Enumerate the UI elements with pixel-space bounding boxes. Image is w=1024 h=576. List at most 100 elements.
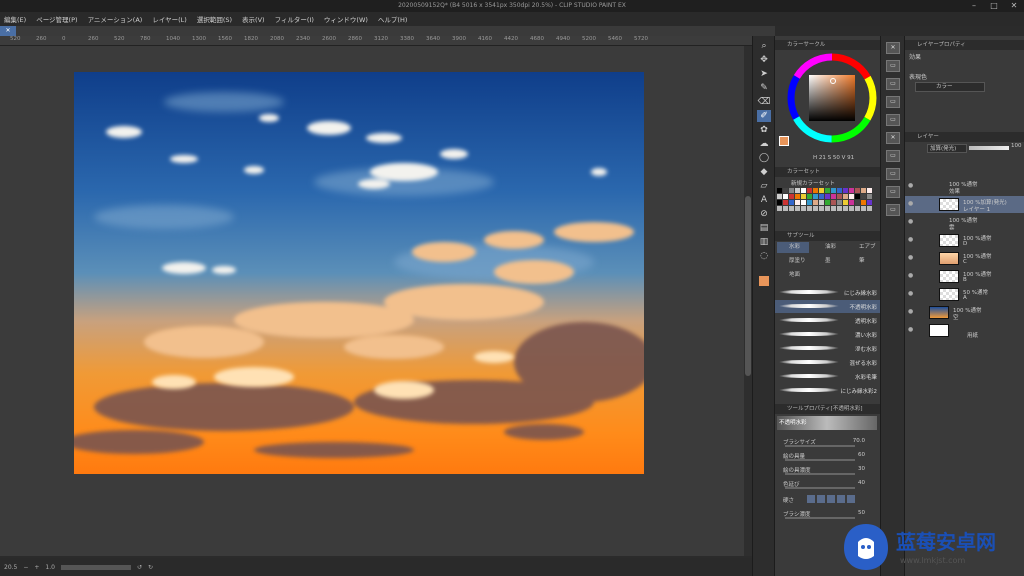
maximize-button[interactable]: □ [984,0,1004,12]
document-tab[interactable]: ✕ [0,26,16,36]
display-color-select[interactable]: カラー [915,82,985,92]
eyedropper-tool-icon[interactable]: ⊘ [757,208,771,220]
brush-item[interactable]: 混ぜる水彩 [775,356,881,369]
layer-row[interactable]: ● 100 %通常 B [905,268,1024,285]
text-tool-icon[interactable]: A [757,194,771,206]
color-swatch [843,194,848,199]
rotate-left-icon[interactable]: ↺ [137,564,142,571]
menu-animation[interactable]: アニメーション(A) [88,14,143,24]
main-color-swatch[interactable] [759,276,769,286]
rotate-right-icon[interactable]: ↻ [148,564,153,571]
panel-toggle-icon[interactable]: ▭ [886,204,900,216]
color-swatch [777,206,782,211]
brush-item-selected[interactable]: 不透明水彩 [775,300,881,313]
minimize-button[interactable]: – [964,0,984,12]
airbrush-tool-icon[interactable]: ✿ [757,124,771,136]
menu-window[interactable]: ウィンドウ(W) [324,14,368,24]
layer-row[interactable]: ● 100 %通常雲 [905,214,1024,231]
subtool-tab-oil[interactable]: 油彩 [811,242,843,253]
close-button[interactable]: ✕ [1004,0,1024,12]
layer-row[interactable]: ● 100 %通常 C [905,250,1024,267]
subtool-tab-airbrush[interactable]: エアブ [845,242,879,253]
layer-row[interactable]: ● 100 %通常空 [905,304,1024,321]
brush-item[interactable]: 濃い水彩 [775,328,881,341]
zoom-tool-icon[interactable]: ⌕ [757,40,771,52]
operation-tool-icon[interactable]: ➤ [757,68,771,80]
subtool-tab-brush[interactable]: 筆 [845,256,879,267]
brush-item[interactable]: にじみ縁水彩2 [775,384,881,397]
layer-row[interactable]: ● 50 %通常 A [905,286,1024,303]
color-swatch [831,200,836,205]
prop-paint-amount[interactable]: 絵の具量 60 [775,450,881,462]
prop-color-stretch[interactable]: 色延び 40 [775,478,881,490]
layer-row-selected[interactable]: ● 100 %加算(発光) レイヤー 1 [905,196,1024,213]
color-wheel[interactable] [785,51,879,145]
subtool-tab-ink[interactable]: 墨 [811,256,843,267]
panel-toggle-icon[interactable]: ▭ [886,96,900,108]
ellipse-tool-icon[interactable]: ◯ [757,152,771,164]
rotation-slider[interactable] [60,564,131,570]
ruler-tick: 2340 [296,36,310,42]
color-swatch [825,200,830,205]
menu-selection[interactable]: 選択範囲(S) [197,14,232,24]
opacity-value[interactable]: 100 [1011,143,1022,149]
subtool-tab-watercolor[interactable]: 水彩 [777,242,809,253]
zoom-out-button[interactable]: − [23,564,28,571]
brush-item[interactable]: 滲む水彩 [775,342,881,355]
color-set-swatches[interactable] [777,188,877,216]
prop-hardness[interactable]: 硬さ [775,494,881,506]
brush-item[interactable]: 透明水彩 [775,314,881,327]
zoom-level[interactable]: 20.5 [4,564,17,571]
layer-row[interactable]: ● 用紙 [905,322,1024,339]
color-swatch [855,188,860,193]
current-color-swatch[interactable] [779,136,789,146]
color-swatch [837,194,842,199]
opacity-slider[interactable] [969,146,1009,150]
menu-view[interactable]: 表示(V) [242,14,265,24]
blend-mode-select[interactable]: 加算(発光) [927,144,967,153]
blend-tool-icon[interactable]: ☁ [757,138,771,150]
fill-tool-icon[interactable]: ◆ [757,166,771,178]
brush-item[interactable]: にじみ縁水彩 [775,286,881,299]
rotation-value[interactable]: 1.0 [45,564,55,571]
canvas-artwork[interactable] [74,72,644,474]
balloon-tool-icon[interactable]: ◌ [757,250,771,262]
panel-toggle-icon[interactable]: ✕ [886,42,900,54]
eraser-tool-icon[interactable]: ⌫ [757,96,771,108]
color-swatch [795,200,800,205]
panel-toggle-icon[interactable]: ✕ [886,132,900,144]
brush-item[interactable]: 水彩毛筆 [775,370,881,383]
move-tool-icon[interactable]: ✥ [757,54,771,66]
panel-toggle-icon[interactable]: ▭ [886,78,900,90]
ruler-tick: 4420 [504,36,518,42]
subtool-tab-ground[interactable]: 地面 [777,270,809,281]
color-swatch [825,194,830,199]
color-set-name[interactable]: 新規カラーセット [791,179,835,187]
zoom-in-button[interactable]: + [34,564,39,571]
menu-page[interactable]: ページ管理(P) [36,14,77,24]
layer-row[interactable]: ● 100 %通常 D [905,232,1024,249]
pen-tool-icon[interactable]: ✎ [757,82,771,94]
menu-layer[interactable]: レイヤー(L) [152,14,187,24]
gradient-tool-icon[interactable]: ▤ [757,222,771,234]
color-swatch [861,188,866,193]
panel-toggle-icon[interactable]: ▭ [886,60,900,72]
prop-brush-size[interactable]: ブラシサイズ 70.0 [775,436,881,448]
ruler-tool-icon[interactable]: ▥ [757,236,771,248]
color-swatch [807,206,812,211]
menu-help[interactable]: ヘルプ(H) [378,14,407,24]
brush-tool-icon[interactable]: ✐ [757,110,771,122]
menu-filter[interactable]: フィルター(I) [275,14,314,24]
vertical-scrollbar[interactable] [744,46,752,556]
prop-paint-density[interactable]: 絵の具濃度 30 [775,464,881,476]
subtool-tab-thick[interactable]: 厚塗り [777,256,809,267]
panel-toggle-icon[interactable]: ▭ [886,150,900,162]
panel-toggle-icon[interactable]: ▭ [886,186,900,198]
scroll-thumb[interactable] [745,196,751,376]
panel-toggle-icon[interactable]: ▭ [886,114,900,126]
menu-edit[interactable]: 編集(E) [4,14,26,24]
panel-toggle-icon[interactable]: ▭ [886,168,900,180]
layer-row[interactable]: ● 100 %通常 効果 [905,178,1024,195]
ruler-tick: 2600 [322,36,336,42]
figure-tool-icon[interactable]: ▱ [757,180,771,192]
